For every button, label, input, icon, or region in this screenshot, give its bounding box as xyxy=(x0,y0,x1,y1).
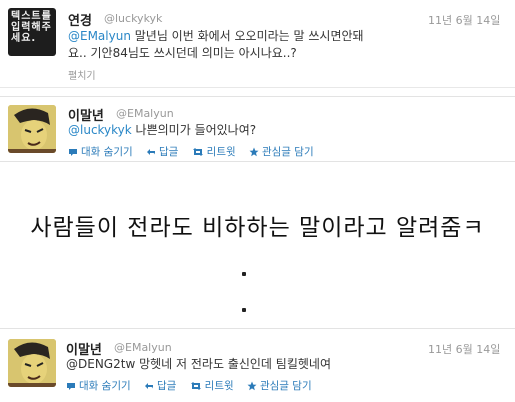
favorite-label: 관심글 담기 xyxy=(259,380,312,392)
conversation-icon xyxy=(67,382,75,390)
author-name[interactable]: 연경 xyxy=(68,10,92,29)
retweet-icon xyxy=(190,381,201,390)
tweet-emalyun-reply: 이말년 @EMalyun @luckykyk 나쁜의미가 들어있나여? 대화 숨… xyxy=(0,96,515,162)
author-handle[interactable]: @EMalyun xyxy=(114,341,172,354)
author-handle[interactable]: @luckykyk xyxy=(104,12,162,25)
ellipsis-dot xyxy=(242,272,246,276)
hide-conversation-button[interactable]: 대화 숨기기 xyxy=(66,378,131,393)
author-handle[interactable]: @EMalyun xyxy=(116,107,174,120)
retweet-button[interactable]: 리트윗 xyxy=(192,144,236,159)
avatar-caption: 텍스트를 입력해주세요. xyxy=(11,11,52,44)
favorite-star-icon xyxy=(247,381,257,390)
tweet-text: @DENG2tw 망헷네 저 전라도 출신인데 팀킬헷네여 xyxy=(66,356,331,373)
reply-icon xyxy=(144,382,153,389)
hide-conversation-label: 대화 숨기기 xyxy=(81,146,133,158)
favorite-label: 관심글 담기 xyxy=(261,146,314,158)
tweet-text: @luckykyk 나쁜의미가 들어있나여? xyxy=(68,122,256,139)
retweet-label: 리트윗 xyxy=(204,380,234,392)
tweet-text-line1: 말년님 이번 화에서 오오미라는 말 쓰시면안돼 xyxy=(130,29,364,43)
caption-text: 사람들이 전라도 비하하는 말이라고 알려줌ㅋ xyxy=(30,215,485,241)
tweet-text: @EMalyun 말년님 이번 화에서 오오미라는 말 쓰시면안돼 요.. 기안… xyxy=(68,28,508,62)
tweet-actions: 대화 숨기기 답글 리트윗 관심글 담기 xyxy=(66,378,322,394)
timestamp[interactable]: 11년 6월 14일 xyxy=(428,341,500,357)
mention-link[interactable]: @EMalyun xyxy=(68,29,131,43)
avatar[interactable]: 텍스트를 입력해주세요. xyxy=(8,8,56,56)
hide-conversation-label: 대화 숨기기 xyxy=(79,380,131,392)
retweet-label: 리트윗 xyxy=(206,146,236,158)
avatar[interactable] xyxy=(8,105,56,153)
tweet-actions: 대화 숨기기 답글 리트윗 관심글 담기 xyxy=(68,144,324,160)
tweet-text-body: 망헷네 저 전라도 출신인데 팀킬헷네여 xyxy=(135,357,331,371)
mention-link[interactable]: @DENG2tw xyxy=(66,357,135,371)
retweet-button[interactable]: 리트윗 xyxy=(190,378,234,393)
conversation-icon xyxy=(69,148,77,156)
favorite-button[interactable]: 관심글 담기 xyxy=(247,378,312,393)
retweet-icon xyxy=(192,147,203,156)
expand-link[interactable]: 펼치기 xyxy=(68,67,96,82)
favorite-button[interactable]: 관심글 담기 xyxy=(249,144,314,159)
cartoon-face-icon xyxy=(8,105,56,153)
tweet-yeongyeong: 텍스트를 입력해주세요. 연경 @luckykyk 11년 6월 14일 @EM… xyxy=(0,0,515,88)
hide-conversation-button[interactable]: 대화 숨기기 xyxy=(68,144,133,159)
reply-icon xyxy=(146,148,155,155)
tweet-text-line2: 요.. 기안84님도 쓰시던데 의미는 아시나요..? xyxy=(68,46,297,60)
favorite-star-icon xyxy=(249,147,259,156)
mention-link[interactable]: @luckykyk xyxy=(68,123,132,137)
ellipsis-dot xyxy=(242,308,246,312)
timestamp[interactable]: 11년 6월 14일 xyxy=(428,12,500,28)
reply-label: 답글 xyxy=(156,380,177,392)
tweet-text-body: 나쁜의미가 들어있나여? xyxy=(131,123,257,137)
tweet-emalyun-reply-2: 이말년 @EMalyun 11년 6월 14일 @DENG2tw 망헷네 저 전… xyxy=(0,328,515,402)
reply-button[interactable]: 답글 xyxy=(144,378,176,393)
reply-button[interactable]: 답글 xyxy=(146,144,178,159)
avatar[interactable] xyxy=(8,339,56,387)
reply-label: 답글 xyxy=(158,146,179,158)
cartoon-face-icon xyxy=(8,339,56,387)
